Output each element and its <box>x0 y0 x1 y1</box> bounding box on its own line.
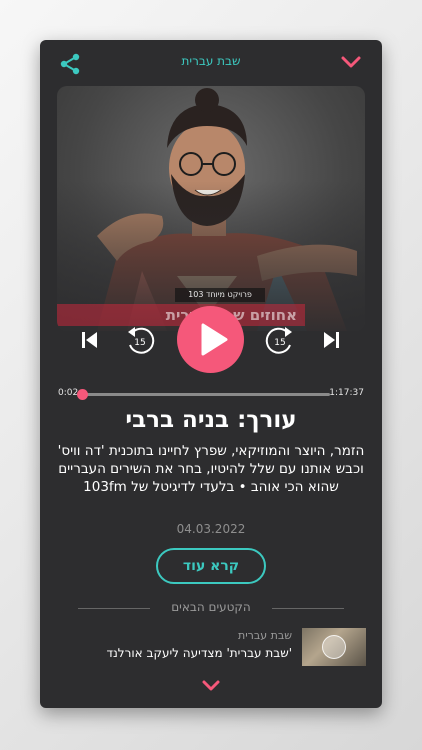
play-icon <box>322 635 346 659</box>
progress-knob[interactable] <box>77 389 89 400</box>
next-episode-thumbnail <box>302 628 366 666</box>
next-button[interactable] <box>322 330 340 350</box>
collapse-button[interactable] <box>340 53 362 71</box>
expand-more-button[interactable] <box>200 678 222 694</box>
show-title: שבת עברית <box>181 54 241 68</box>
episode-artwork: פרויקט מיוחד 103 אחוזים שבת עברית <box>57 86 365 331</box>
rewind-15-button[interactable]: 15 <box>124 325 156 357</box>
chevron-down-icon <box>202 680 220 691</box>
episode-description: הזמר, היוצר והמוזיקאי, שפרץ לחיינו בתוכנ… <box>57 443 365 495</box>
play-button[interactable] <box>177 306 244 373</box>
episode-title: עורך: בניה ברבי <box>125 407 297 433</box>
rewind-15-icon: 15 <box>128 327 155 354</box>
skip-next-icon <box>324 332 339 348</box>
top-bar: שבת עברית <box>40 40 382 86</box>
read-more-button[interactable]: קרא עוד <box>156 548 266 584</box>
previous-button[interactable] <box>81 330 99 350</box>
skip-previous-icon <box>82 332 97 348</box>
player-screen: שבת עברית פרויקט מיוחד 103 אחוזים 15 15 … <box>40 40 382 708</box>
forward-15-icon: 15 <box>265 327 292 354</box>
divider-right <box>272 608 344 609</box>
episode-date: 04.03.2022 <box>176 522 246 536</box>
forward-15-button[interactable]: 15 <box>264 325 296 357</box>
artwork-badge: פרויקט מיוחד 103 <box>175 288 265 302</box>
progress-bar[interactable] <box>77 389 330 400</box>
next-episode-title: 'שבת עברית' מצדיעה ליעקב אורלנד <box>106 646 292 660</box>
divider-left <box>78 608 150 609</box>
next-episode-category: שבת עברית <box>237 629 292 642</box>
elapsed-time: 0:02 <box>58 388 79 398</box>
play-icon <box>201 323 228 356</box>
chevron-down-icon <box>341 56 361 68</box>
next-section-label: הקטעים הבאים <box>171 600 251 614</box>
rewind-seconds-label: 15 <box>134 338 145 348</box>
forward-seconds-label: 15 <box>274 338 285 348</box>
total-time: 1:17:37 <box>329 388 364 398</box>
next-episode-item[interactable]: שבת עברית 'שבת עברית' מצדיעה ליעקב אורלנ… <box>52 628 366 668</box>
